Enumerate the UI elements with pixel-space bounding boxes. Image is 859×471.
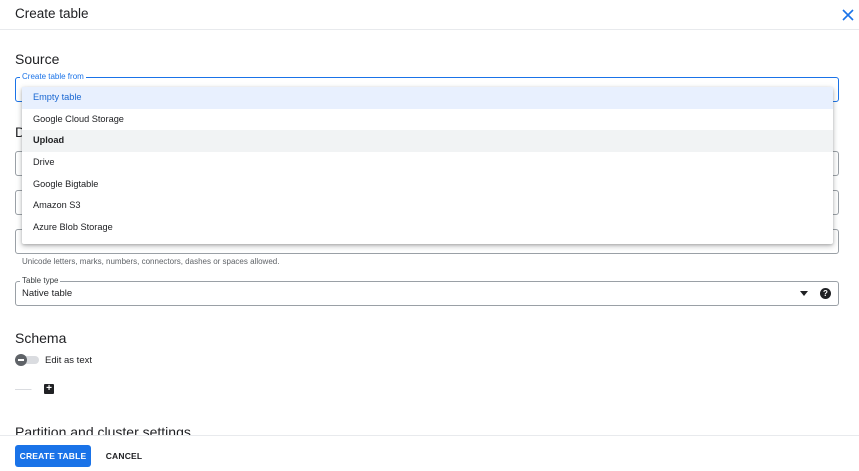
dropdown-arrow-icon[interactable] [800, 291, 808, 296]
table-type-select[interactable]: Table type Native table ? [15, 275, 839, 306]
schema-divider [15, 377, 32, 390]
help-icon[interactable]: ? [820, 288, 831, 299]
menu-item-google-bigtable[interactable]: Google Bigtable [22, 174, 833, 196]
dialog-title: Create table [15, 6, 89, 21]
add-box-icon[interactable]: + [44, 384, 54, 394]
close-button[interactable] [838, 5, 858, 25]
cancel-button[interactable]: CANCEL [100, 445, 148, 467]
create-table-button[interactable]: CREATE TABLE [15, 445, 91, 467]
table-type-legend: Table type [20, 275, 61, 287]
create-table-from-legend: Create table from [20, 71, 86, 83]
edit-as-text-label: Edit as text [45, 355, 92, 366]
menu-item-amazon-s3[interactable]: Amazon S3 [22, 195, 833, 217]
close-icon [842, 9, 854, 21]
dialog-footer: CREATE TABLE CANCEL [0, 435, 859, 471]
schema-section-title: Schema [15, 330, 67, 346]
menu-item-upload[interactable]: Upload [22, 130, 833, 153]
table-name-helper: Unicode letters, marks, numbers, connect… [22, 257, 280, 266]
menu-item-azure-blob-storage[interactable]: Azure Blob Storage [22, 217, 833, 239]
table-type-value: Native table [22, 288, 73, 299]
toggle-thumb [15, 354, 27, 366]
menu-item-google-cloud-storage[interactable]: Google Cloud Storage [22, 109, 833, 131]
dialog-header: Create table [0, 0, 859, 30]
menu-item-empty-table[interactable]: Empty table [22, 87, 833, 109]
menu-item-drive[interactable]: Drive [22, 152, 833, 174]
edit-as-text-toggle[interactable] [15, 354, 39, 366]
partition-section-title: Partition and cluster settings [15, 424, 191, 435]
create-table-from-menu: Empty table Google Cloud Storage Upload … [22, 87, 833, 244]
source-section-title: Source [15, 51, 60, 67]
